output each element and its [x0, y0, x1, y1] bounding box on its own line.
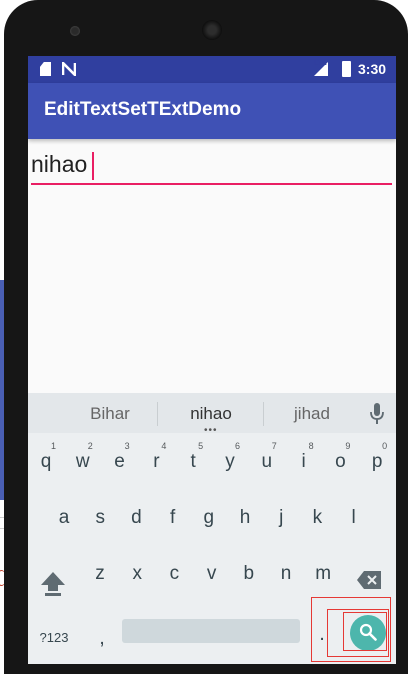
- key-k[interactable]: k: [299, 493, 335, 543]
- earpiece-speaker: [202, 20, 222, 40]
- key-label: z: [95, 563, 105, 584]
- suggestion-divider: [157, 402, 158, 426]
- key-number-hint: 6: [234, 441, 240, 451]
- status-time: 3:30: [358, 61, 387, 77]
- app-title: EditTextSetTExtDemo: [44, 99, 242, 120]
- microphone-icon[interactable]: [368, 403, 386, 425]
- key-p[interactable]: p0: [359, 437, 395, 487]
- key-number-hint: 4: [161, 441, 167, 451]
- key-label: s: [95, 507, 105, 528]
- key-l[interactable]: l: [336, 493, 372, 543]
- key-label: m: [315, 563, 332, 584]
- more-suggestions-indicator[interactable]: •••: [204, 425, 218, 436]
- network-type-label: LTE: [314, 60, 327, 67]
- suggestion-item[interactable]: jihad: [262, 404, 362, 424]
- key-h[interactable]: h: [227, 493, 263, 543]
- key-t[interactable]: t5: [175, 437, 211, 487]
- key-r[interactable]: r4: [138, 437, 174, 487]
- key-x[interactable]: x: [119, 549, 155, 599]
- key-label: i: [301, 451, 306, 472]
- key-number-hint: 2: [87, 441, 93, 451]
- device-screen: LTE 3:30 EditTextSetTExtDemo nihao Bihar…: [28, 56, 396, 664]
- key-label: y: [225, 451, 235, 472]
- key-v[interactable]: v: [194, 549, 230, 599]
- key-i[interactable]: i8: [286, 437, 322, 487]
- key-q[interactable]: q1: [28, 437, 64, 487]
- suggestion-item[interactable]: nihao: [161, 404, 261, 424]
- edit-text-field[interactable]: nihao: [31, 149, 392, 185]
- app-bar: EditTextSetTExtDemo: [28, 83, 396, 139]
- front-camera: [70, 26, 80, 36]
- key-number-hint: 7: [271, 441, 277, 451]
- annotation-highlight-box: [343, 612, 387, 651]
- key-j[interactable]: j: [263, 493, 299, 543]
- symbols-mode-key[interactable]: ?123: [36, 630, 72, 650]
- suggestion-item[interactable]: Bihar: [60, 404, 160, 424]
- key-label: u: [261, 451, 273, 472]
- key-c[interactable]: c: [156, 549, 192, 599]
- key-number-hint: 9: [345, 441, 351, 451]
- key-number-hint: 1: [50, 441, 56, 451]
- key-n[interactable]: n: [268, 549, 304, 599]
- key-number-hint: 5: [198, 441, 204, 451]
- key-label: r: [153, 451, 160, 472]
- key-label: a: [58, 507, 70, 528]
- key-label: p: [371, 451, 383, 472]
- key-label: g: [203, 507, 215, 528]
- key-label: q: [40, 451, 52, 472]
- key-z[interactable]: z: [82, 549, 118, 599]
- key-label: b: [243, 563, 255, 584]
- n-notification-icon: [62, 62, 76, 76]
- key-f[interactable]: f: [155, 493, 191, 543]
- key-label: o: [335, 451, 346, 472]
- key-y[interactable]: y6: [212, 437, 248, 487]
- comma-key[interactable]: ,: [92, 627, 112, 657]
- key-w[interactable]: w2: [65, 437, 101, 487]
- key-label: c: [169, 563, 180, 584]
- key-label: t: [190, 451, 196, 472]
- text-cursor: [92, 152, 94, 180]
- key-label: e: [114, 451, 125, 472]
- key-o[interactable]: o9: [322, 437, 358, 487]
- edit-text-value[interactable]: nihao: [31, 151, 87, 178]
- space-bar[interactable]: [122, 619, 300, 643]
- key-d[interactable]: d: [118, 493, 154, 543]
- key-s[interactable]: s: [82, 493, 118, 543]
- battery-icon: [342, 61, 351, 77]
- phone-frame: LTE 3:30 EditTextSetTExtDemo nihao Bihar…: [4, 0, 408, 674]
- shift-icon[interactable]: [40, 569, 66, 597]
- key-b[interactable]: b: [231, 549, 267, 599]
- backspace-icon[interactable]: [356, 569, 382, 591]
- suggestion-strip: Bihar nihao jihad •••: [28, 393, 396, 436]
- key-number-hint: 3: [124, 441, 130, 451]
- sd-card-icon: [40, 62, 51, 76]
- key-label: j: [279, 507, 284, 528]
- key-label: l: [351, 507, 356, 528]
- key-label: w: [75, 451, 90, 472]
- key-number-hint: 0: [382, 441, 388, 451]
- key-a[interactable]: a: [46, 493, 82, 543]
- key-label: f: [169, 507, 176, 528]
- key-label: x: [132, 563, 142, 584]
- status-bar: LTE 3:30: [28, 56, 396, 83]
- key-label: k: [312, 507, 323, 528]
- key-e[interactable]: e3: [102, 437, 138, 487]
- key-g[interactable]: g: [191, 493, 227, 543]
- key-label: h: [239, 507, 251, 528]
- key-number-hint: 8: [308, 441, 314, 451]
- key-m[interactable]: m: [305, 549, 341, 599]
- edit-text-underline: [31, 183, 392, 185]
- key-u[interactable]: u7: [249, 437, 285, 487]
- key-label: n: [280, 563, 292, 584]
- key-label: v: [206, 563, 217, 584]
- key-label: d: [131, 507, 142, 528]
